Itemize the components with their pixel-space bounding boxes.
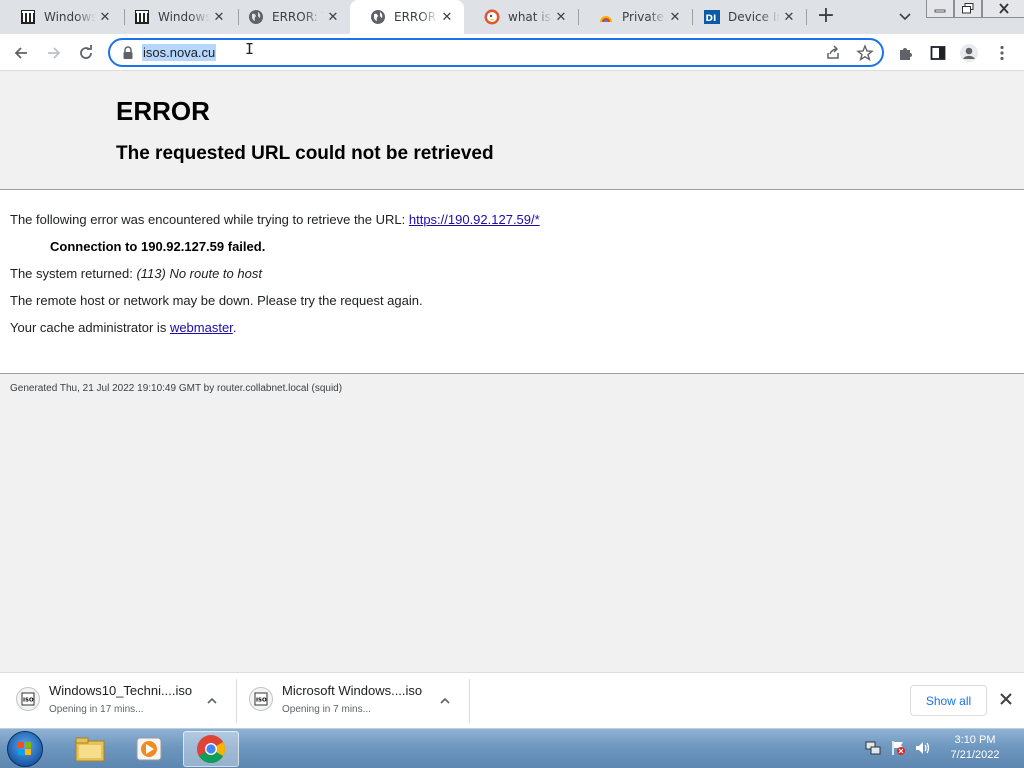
tab-strip: Windows ✕ Windows ✕ ERROR: T ✕ ERROR: T … [0, 0, 1024, 34]
tab-divider [806, 9, 807, 25]
windows-logo-icon [18, 742, 31, 755]
side-panel-icon[interactable] [927, 42, 949, 64]
clock-date: 7/21/2022 [950, 749, 1000, 761]
cache-admin: Your cache administrator is webmaster. [10, 320, 236, 335]
tab-5[interactable]: what is n ✕ [464, 0, 578, 34]
chevron-up-icon[interactable] [205, 693, 219, 707]
svg-text:ISO: ISO [23, 698, 34, 704]
tab-close-icon[interactable]: ✕ [324, 8, 342, 26]
media-player-icon[interactable] [121, 731, 177, 767]
address-bar[interactable]: isos.nova.cu [108, 38, 884, 67]
remote-down-text: The remote host or network may be down. … [10, 293, 423, 308]
cache-admin-text: Your cache administrator is [10, 320, 170, 335]
clock-time: 3:10 PM [954, 734, 996, 746]
error-intro: The following error was encountered whil… [10, 212, 540, 227]
svg-text:ISO: ISO [256, 698, 267, 704]
system-returned: The system returned: (113) No route to h… [10, 266, 262, 281]
action-center-flag-icon[interactable] [889, 739, 907, 757]
restore-icon[interactable] [954, 0, 982, 18]
network-icon[interactable] [864, 739, 882, 757]
page-title: ERROR [116, 96, 210, 126]
download-filename: Windows10_Techni....iso [49, 683, 193, 698]
volume-icon[interactable] [914, 739, 932, 757]
extensions-puzzle-icon[interactable] [895, 42, 917, 64]
error-details: The following error was encountered whil… [0, 189, 1024, 374]
tab-close-icon[interactable]: ✕ [780, 8, 798, 26]
tab-search-chevron-icon[interactable] [896, 7, 914, 25]
archive-icon [134, 9, 150, 25]
tab-4-active[interactable]: ERROR: T ✕ [350, 0, 464, 34]
show-all-button[interactable]: Show all [910, 685, 987, 716]
share-icon[interactable] [824, 44, 842, 62]
url-text[interactable]: isos.nova.cu [142, 44, 217, 61]
system-clock[interactable]: 3:10 PM 7/21/2022 [940, 733, 1010, 763]
text-cursor-icon: I [245, 40, 255, 58]
system-returned-label: The system returned: [10, 266, 137, 281]
download-divider [469, 679, 470, 723]
reload-icon[interactable] [75, 42, 97, 64]
minimize-icon[interactable] [926, 0, 954, 18]
file-explorer-icon[interactable] [62, 731, 118, 767]
tab-2[interactable]: Windows ✕ [114, 0, 236, 34]
archive-icon [20, 9, 36, 25]
error-header: ERROR The requested URL could not be ret… [0, 72, 1024, 190]
tab-1[interactable]: Windows ✕ [0, 0, 122, 34]
globe-icon [370, 9, 386, 25]
bookmark-star-icon[interactable] [856, 44, 874, 62]
device-info-icon: DI [704, 9, 720, 25]
tab-close-icon[interactable]: ✕ [96, 8, 114, 26]
tab-close-icon[interactable]: ✕ [438, 8, 456, 26]
close-window-icon[interactable] [982, 0, 1024, 18]
private-sh-icon [598, 9, 614, 25]
tab-close-icon[interactable]: ✕ [552, 8, 570, 26]
start-button[interactable] [7, 731, 43, 767]
connection-failed-text: Connection to 190.92.127.59 failed. [50, 239, 266, 254]
iso-file-icon: ISO [16, 687, 40, 711]
tab-3[interactable]: ERROR: T ✕ [228, 0, 350, 34]
error-url-link[interactable]: https://190.92.127.59/* [409, 212, 540, 227]
lock-icon[interactable] [121, 45, 135, 59]
window-controls [926, 0, 1024, 18]
cache-admin-suffix: . [232, 320, 237, 335]
forward-arrow-icon[interactable] [43, 42, 65, 64]
chevron-up-icon[interactable] [438, 693, 452, 707]
tab-6[interactable]: Private.sh ✕ [578, 0, 692, 34]
back-arrow-icon[interactable] [10, 42, 32, 64]
download-status: Opening in 7 mins... [282, 704, 371, 715]
tab-close-icon[interactable]: ✕ [666, 8, 684, 26]
page-subtitle: The requested URL could not be retrieved [116, 143, 494, 164]
error-intro-text: The following error was encountered whil… [10, 212, 409, 227]
tab-close-icon[interactable]: ✕ [210, 8, 228, 26]
tab-title: Windows [158, 10, 210, 24]
iso-file-icon: ISO [249, 687, 273, 711]
tab-title: Windows [44, 10, 96, 24]
download-status: Opening in 17 mins... [49, 704, 144, 715]
page-content: ERROR The requested URL could not be ret… [0, 72, 1024, 672]
taskbar: 3:10 PM 7/21/2022 [0, 728, 1024, 768]
tab-title: ERROR: T [272, 10, 324, 24]
tab-title: ERROR: T [394, 10, 438, 24]
tab-title: Private.sh [622, 10, 666, 24]
tab-title: Device In [728, 10, 780, 24]
download-item[interactable]: ISO Windows10_Techni....iso Opening in 1… [0, 673, 236, 729]
system-returned-value: (113) No route to host [136, 266, 262, 281]
globe-icon [248, 9, 264, 25]
menu-dots-icon[interactable] [991, 42, 1013, 64]
download-filename: Microsoft Windows....iso [282, 683, 423, 698]
profile-avatar-icon[interactable] [958, 42, 980, 64]
generated-footer: Generated Thu, 21 Jul 2022 19:10:49 GMT … [10, 383, 343, 394]
close-shelf-icon[interactable] [998, 691, 1014, 707]
chrome-icon[interactable] [183, 731, 239, 767]
download-shelf: ISO Windows10_Techni....iso Opening in 1… [0, 672, 1024, 728]
tab-7[interactable]: DI Device In ✕ [684, 0, 806, 34]
svg-text:DI: DI [706, 14, 717, 24]
download-item[interactable]: ISO Microsoft Windows....iso Opening in … [233, 673, 469, 729]
webmaster-link[interactable]: webmaster [170, 320, 233, 335]
browser-toolbar: isos.nova.cu [0, 34, 1024, 71]
tab-title: what is n [508, 10, 552, 24]
duckduckgo-icon [484, 9, 500, 25]
new-tab-button[interactable]: + [814, 5, 838, 29]
